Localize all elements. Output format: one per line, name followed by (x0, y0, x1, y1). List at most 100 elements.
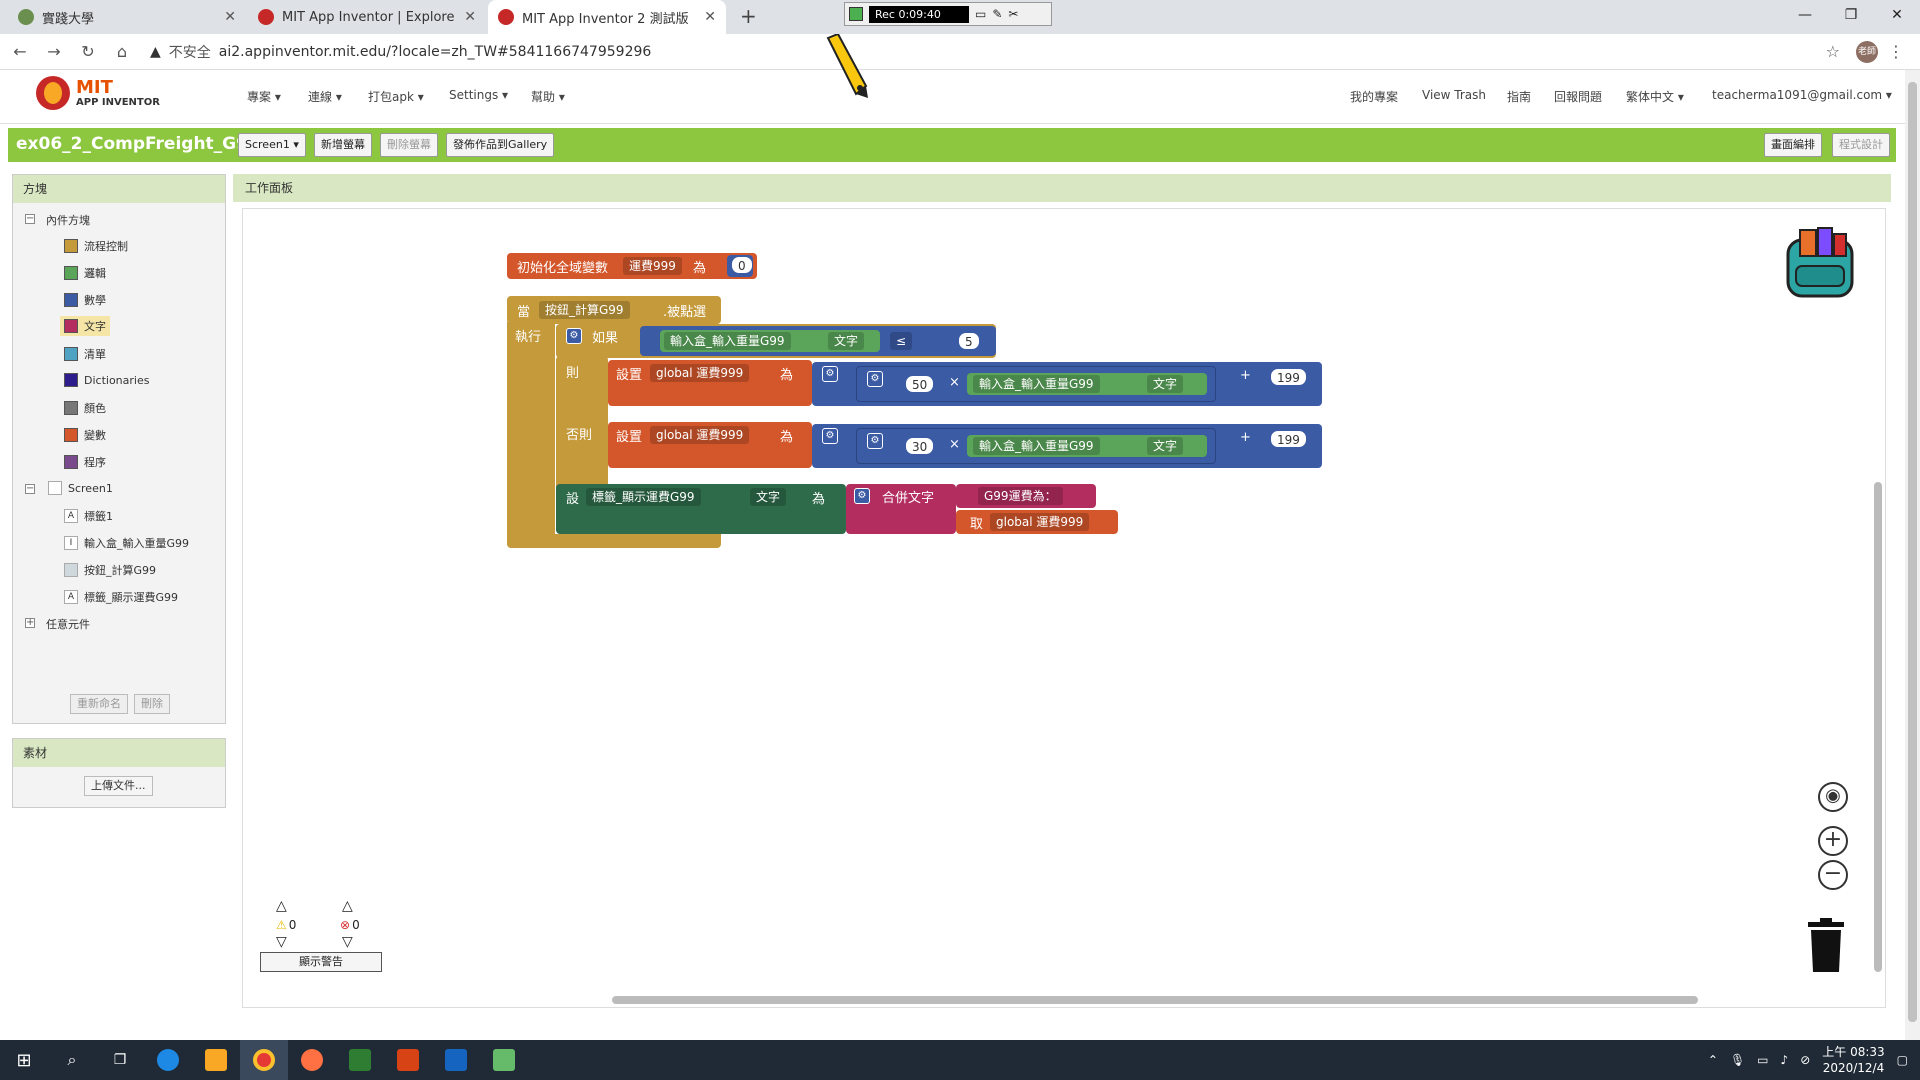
edge-icon[interactable] (144, 1040, 192, 1080)
close-tab-icon[interactable]: ✕ (704, 9, 716, 25)
error-down-icon[interactable]: ▽ (342, 934, 353, 950)
compare-block[interactable]: 輸入盒_輸入重量G99 文字 ≤ 5 (640, 326, 996, 356)
operator-dropdown[interactable]: ≤ (890, 332, 913, 350)
close-window-icon[interactable]: ✕ (1874, 0, 1920, 30)
word-icon[interactable] (432, 1040, 480, 1080)
menu-connect[interactable]: 連線 ▾ (308, 88, 342, 105)
category-text[interactable]: 文字 (60, 316, 110, 336)
browser-tab-1[interactable]: 實踐大學 ✕ (8, 0, 246, 34)
microphone-icon[interactable]: 🎙 (1730, 1053, 1745, 1067)
set-global-block-else[interactable]: 設置 global 運費999 為 (608, 422, 812, 468)
forward-icon[interactable]: → (40, 42, 68, 61)
restore-icon[interactable]: ❐ (1828, 0, 1874, 30)
number-block[interactable]: 0 (727, 255, 753, 277)
mutator-gear-icon[interactable]: ⚙ (822, 428, 838, 444)
back-icon[interactable]: ← (6, 42, 34, 61)
menu-language[interactable]: 繁体中文 ▾ (1626, 88, 1684, 105)
set-label-text-block[interactable]: 設 標籤_顯示運費G99 文字 為 (556, 484, 846, 534)
start-icon[interactable]: ⊞ (0, 1040, 48, 1080)
property-dropdown[interactable]: 文字 (1147, 375, 1184, 393)
recorder-pen-icon[interactable]: ✎ (992, 7, 1002, 21)
show-warnings-button[interactable]: 顯示警告 (260, 952, 382, 972)
text-string-block[interactable]: G99運費為： (956, 484, 1096, 508)
close-tab-icon[interactable]: ✕ (464, 9, 476, 25)
init-global-block[interactable]: 初始化全域變數 運費999 為 0 (507, 253, 757, 279)
add-screen-button[interactable]: 新增螢幕 (314, 133, 372, 157)
tray-chevron-icon[interactable]: ⌃ (1708, 1053, 1718, 1067)
number-value[interactable]: 199 (1270, 430, 1307, 448)
minimize-icon[interactable]: — (1782, 0, 1828, 30)
menu-account[interactable]: teacherma1091@gmail.com ▾ (1712, 88, 1892, 102)
warning-up-icon[interactable]: △ (276, 898, 287, 914)
var-dropdown[interactable]: global 運費999 (990, 513, 1090, 531)
zoom-out-icon[interactable]: − (1818, 860, 1848, 890)
category-logic[interactable]: 邏輯 (64, 265, 106, 281)
bookmark-star-icon[interactable]: ☆ (1826, 42, 1840, 61)
backpack-icon[interactable] (1778, 226, 1862, 302)
mutator-gear-icon[interactable]: ⚙ (867, 371, 883, 387)
upload-file-button[interactable]: 上傳文件... (84, 776, 153, 796)
recenter-icon[interactable]: ◉ (1818, 782, 1848, 812)
builtin-blocks-node[interactable]: 內件方塊 (46, 212, 90, 228)
workspace-horizontal-scrollbar[interactable] (612, 996, 1698, 1004)
component-dropdown[interactable]: 按鈕_計算G99 (539, 301, 630, 319)
any-component-node[interactable]: 任意元件 (46, 616, 90, 632)
menu-help[interactable]: 幫助 ▾ (531, 88, 565, 105)
image-app-icon[interactable] (480, 1040, 528, 1080)
category-control[interactable]: 流程控制 (64, 238, 128, 254)
designer-button[interactable]: 畫面編排 (1764, 133, 1822, 157)
file-explorer-icon[interactable] (192, 1040, 240, 1080)
set-global-block-then[interactable]: 設置 global 運費999 為 (608, 360, 812, 406)
category-dictionaries[interactable]: Dictionaries (64, 373, 149, 387)
remove-screen-button[interactable]: 刪除螢幕 (380, 133, 438, 157)
clock[interactable]: 上午 08:33 2020/12/4 (1822, 1044, 1884, 1076)
property-dropdown[interactable]: 文字 (828, 332, 865, 350)
category-lists[interactable]: 清單 (64, 346, 106, 362)
text-value[interactable]: G99運費為： (978, 487, 1063, 505)
menu-settings[interactable]: Settings ▾ (449, 88, 508, 102)
page-scrollbar-thumb[interactable] (1908, 82, 1917, 1022)
screen1-node[interactable]: Screen1 (48, 481, 113, 495)
new-tab-button[interactable]: + (740, 4, 757, 28)
textbox-text-getter-block[interactable]: 輸入盒_輸入重量G99 文字 (967, 435, 1207, 457)
component-label1[interactable]: A 標籤1 (64, 508, 113, 524)
notification-icon[interactable]: ▢ (1897, 1053, 1908, 1067)
publish-gallery-button[interactable]: 發佈作品到Gallery (446, 133, 555, 157)
component-textbox[interactable]: I 輸入盒_輸入重量G99 (64, 535, 189, 551)
close-tab-icon[interactable]: ✕ (224, 9, 236, 25)
number-value[interactable]: 50 (905, 375, 935, 393)
browser-menu-icon[interactable]: ⋮ (1888, 42, 1904, 61)
get-global-block[interactable]: 取 global 運費999 (956, 510, 1118, 534)
number-value[interactable]: 5 (958, 332, 980, 350)
mutator-gear-icon[interactable]: ⚙ (854, 488, 870, 504)
warning-down-icon[interactable]: ▽ (276, 934, 287, 950)
menu-build[interactable]: 打包apk ▾ (368, 88, 424, 105)
collapse-icon[interactable]: − (25, 214, 35, 224)
url-field[interactable]: ▲ 不安全 ai2.appinventor.mit.edu/?locale=zh… (150, 42, 651, 62)
when-clicked-block[interactable]: 當 按鈕_計算G99 .被點選 (507, 296, 721, 324)
category-procedures[interactable]: 程序 (64, 454, 106, 470)
number-value[interactable]: 199 (1270, 368, 1307, 386)
link-view-trash[interactable]: View Trash (1422, 88, 1486, 102)
blocks-button[interactable]: 程式設計 (1832, 133, 1890, 157)
category-math[interactable]: 數學 (64, 292, 106, 308)
mutator-gear-icon[interactable]: ⚙ (566, 328, 582, 344)
component-dropdown[interactable]: 標籤_顯示運費G99 (586, 488, 701, 506)
screen-select[interactable]: Screen1 ▾ (238, 133, 306, 157)
reload-icon[interactable]: ↻ (74, 42, 102, 61)
category-variables[interactable]: 變數 (64, 427, 106, 443)
multiply-block-else[interactable]: ⚙ 30 × 輸入盒_輸入重量G99 文字 (856, 428, 1216, 464)
category-colors[interactable]: 顏色 (64, 400, 106, 416)
task-view-icon[interactable]: ❐ (96, 1040, 144, 1080)
number-value[interactable]: 30 (905, 437, 935, 455)
component-result-label[interactable]: A 標籤_顯示運費G99 (64, 589, 178, 605)
network-icon[interactable]: ▭ (1757, 1053, 1768, 1067)
input-method-icon[interactable]: ⊘ (1800, 1053, 1810, 1067)
property-dropdown[interactable]: 文字 (1147, 437, 1184, 455)
var-dropdown[interactable]: global 運費999 (650, 364, 750, 382)
link-guide[interactable]: 指南 (1507, 88, 1531, 105)
multiply-block-then[interactable]: ⚙ 50 × 輸入盒_輸入重量G99 文字 (856, 366, 1216, 402)
search-icon[interactable]: ⌕ (48, 1040, 96, 1080)
link-my-projects[interactable]: 我的專案 (1350, 88, 1398, 105)
textbox-text-getter-block[interactable]: 輸入盒_輸入重量G99 文字 (967, 373, 1207, 395)
